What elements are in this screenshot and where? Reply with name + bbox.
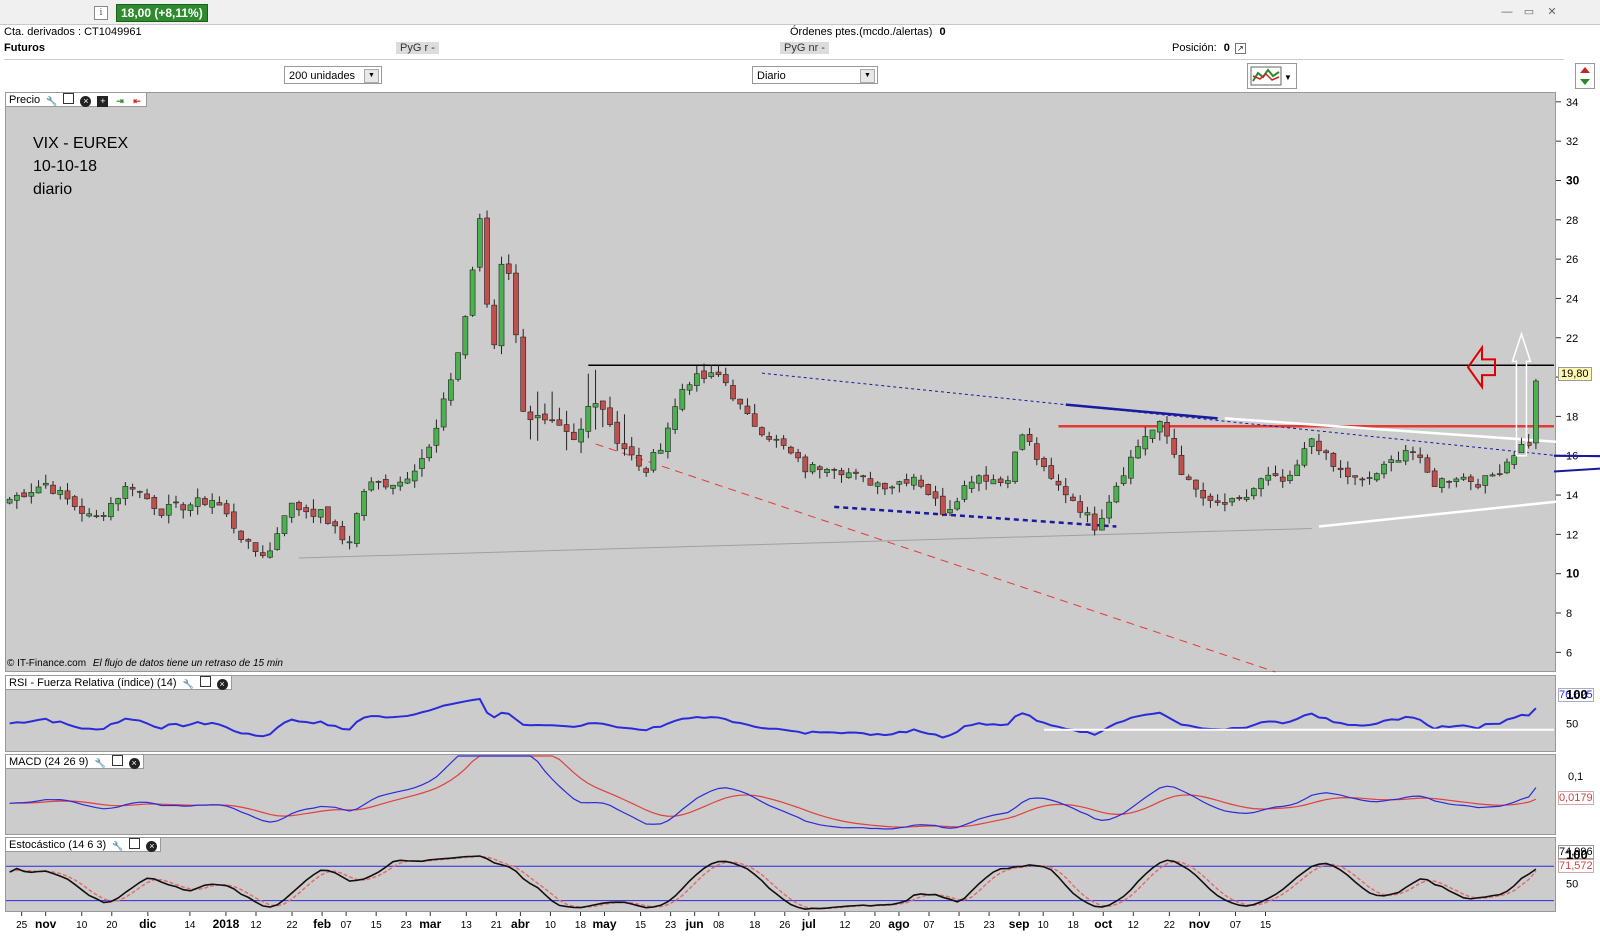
x-axis-label: 23 — [665, 920, 677, 931]
x-axis-label: 10 — [545, 920, 557, 931]
x-axis-label: 18 — [1068, 920, 1080, 931]
x-axis-label: abr — [511, 917, 530, 931]
x-axis-label: 20 — [869, 920, 881, 931]
rsi-axis-label: 50 — [1566, 718, 1578, 730]
macd-line — [9, 755, 1537, 830]
x-axis-label: 12 — [250, 920, 262, 931]
x-axis-label: 15 — [953, 920, 965, 931]
x-axis-label: mar — [419, 917, 441, 931]
x-axis-label: oct — [1094, 917, 1112, 931]
x-axis-label: jun — [685, 917, 704, 931]
x-axis-label: 13 — [461, 920, 473, 931]
rsi-axis-label: 100 — [1566, 687, 1588, 702]
stoch-axis-label: 100 — [1566, 847, 1588, 862]
x-axis-label: 22 — [1164, 920, 1176, 931]
x-axis-label: 23 — [401, 920, 413, 931]
x-axis-label: 08 — [713, 920, 725, 931]
x-axis-label: nov — [35, 917, 57, 931]
macd-signal-line — [9, 755, 1537, 828]
x-axis-label: may — [592, 917, 616, 931]
x-axis-label: 18 — [749, 920, 761, 931]
rsi-line — [9, 697, 1537, 739]
x-axis-label: 10 — [76, 920, 88, 931]
x-axis-label: dic — [139, 917, 157, 931]
x-axis-label: 07 — [1230, 920, 1242, 931]
x-axis-label: 15 — [635, 920, 647, 931]
stoch-axis-label: 50 — [1566, 878, 1578, 890]
stoch-k-line — [9, 855, 1537, 911]
x-axis-label: 12 — [1128, 920, 1140, 931]
x-axis-label: 21 — [491, 920, 503, 931]
x-axis-label: feb — [313, 917, 331, 931]
x-axis-label: 23 — [984, 920, 996, 931]
indicator-charts: 501000,15010025 nov 10 20 dic 14 2018 12 22 feb 07… — [6, 687, 1588, 931]
x-axis-label: 26 — [779, 920, 791, 931]
x-axis-label: 15 — [371, 920, 383, 931]
x-axis-label: 20 — [106, 920, 118, 931]
x-axis-label: 2018 — [213, 917, 240, 931]
x-axis-label: 12 — [839, 920, 851, 931]
x-axis-label: 10 — [1038, 920, 1050, 931]
x-axis-label: 18 — [575, 920, 587, 931]
x-axis-label: 15 — [1260, 920, 1272, 931]
x-axis-label: 07 — [923, 920, 935, 931]
macd-axis-label: 0,1 — [1568, 771, 1583, 783]
x-axis-label: 14 — [184, 920, 196, 931]
x-axis-label: ago — [888, 917, 909, 931]
x-axis-label: nov — [1189, 917, 1211, 931]
x-axis-label: sep — [1009, 917, 1030, 931]
x-axis-label: 25 — [16, 920, 28, 931]
x-axis-label: 22 — [286, 920, 298, 931]
x-axis-label: 07 — [341, 920, 353, 931]
x-axis-label: jul — [801, 917, 816, 931]
